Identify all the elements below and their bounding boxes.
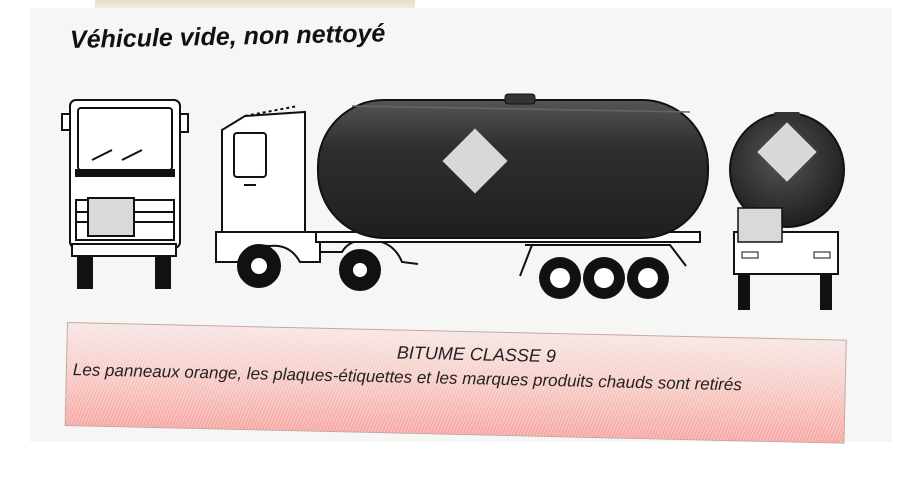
side-window bbox=[233, 132, 267, 178]
front-visor bbox=[75, 169, 175, 177]
front-tyre-left bbox=[77, 255, 93, 289]
rear-tyre-right bbox=[820, 274, 832, 310]
mirror-left bbox=[61, 113, 71, 131]
front-plate-blank bbox=[87, 197, 135, 237]
mirror-right bbox=[179, 113, 189, 133]
front-bumper bbox=[71, 243, 177, 257]
tank-manhole bbox=[504, 93, 536, 105]
tank-body bbox=[317, 99, 709, 239]
tank-rear-view bbox=[729, 112, 845, 310]
truck-front-view bbox=[61, 99, 189, 289]
rear-tyre-left bbox=[738, 274, 750, 310]
notice-panel: BITUME CLASSE 9 Les panneaux orange, les… bbox=[64, 322, 847, 444]
windshield bbox=[77, 107, 173, 171]
front-tyre-right bbox=[155, 255, 171, 289]
rear-plate-blank bbox=[737, 207, 783, 243]
